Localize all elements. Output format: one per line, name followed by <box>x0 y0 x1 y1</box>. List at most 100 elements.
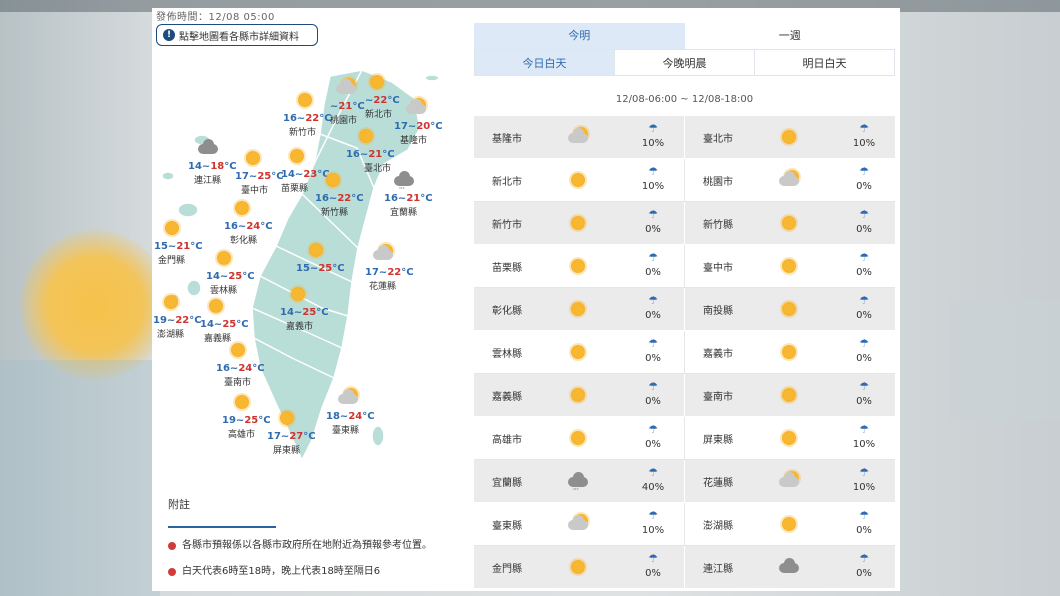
city-forecast-cell[interactable]: 新竹縣 ☂ 0% <box>684 202 894 244</box>
sunny-icon <box>288 284 308 304</box>
map-city[interactable]: 15~25°C <box>296 240 345 274</box>
sunny-icon <box>779 514 799 534</box>
sunny-icon <box>232 392 252 412</box>
city-forecast-cell[interactable]: 雲林縣 ☂ 0% <box>474 331 684 373</box>
city-forecast-cell[interactable]: 嘉義縣 ☂ 0% <box>474 374 684 416</box>
umbrella-icon: ☂ <box>859 208 869 221</box>
map-city[interactable]: 18~24°C 臺東縣 <box>326 388 375 436</box>
city-forecast-cell[interactable]: 屏東縣 ☂ 10% <box>684 417 894 459</box>
map-city[interactable]: ~21°C 桃園市 <box>330 78 365 126</box>
subtab-today-day[interactable]: 今日白天 <box>475 50 615 75</box>
rain-probability: ☂ 0% <box>849 552 879 580</box>
city-forecast-cell[interactable]: 嘉義市 ☂ 0% <box>684 331 894 373</box>
rain-probability: ☂ 10% <box>638 510 668 537</box>
umbrella-icon: ☂ <box>859 423 869 436</box>
rain-percent: 10% <box>852 482 876 493</box>
cloud-icon <box>198 138 218 158</box>
rain-probability: ☂ 10% <box>638 123 668 150</box>
rain-probability: ☂ 10% <box>638 165 668 193</box>
table-row: 苗栗縣 ☂ 0% 臺中市 ☂ 0% <box>474 245 895 288</box>
map-city[interactable]: 14~25°C 嘉義市 <box>280 284 329 332</box>
umbrella-icon: ☂ <box>859 165 869 178</box>
city-forecast-cell[interactable]: 苗栗縣 ☂ 0% <box>474 245 684 287</box>
subtab-tomorrow-day[interactable]: 明日白天 <box>755 50 894 75</box>
rain-probability: ☂ 0% <box>849 337 879 365</box>
city-forecast-cell[interactable]: 新北市 ☂ 10% <box>474 159 684 201</box>
city-forecast-cell[interactable]: 連江縣 ☂ 0% <box>684 546 894 588</box>
city-forecast-cell[interactable]: 臺北市 ☂ 10% <box>684 116 894 158</box>
sunny-icon <box>367 72 387 92</box>
subtab-tonight[interactable]: 今晚明晨 <box>615 50 755 75</box>
sunny-icon <box>214 248 234 268</box>
map-city[interactable]: 16~21°C 臺北市 <box>346 126 395 174</box>
map-city[interactable]: 17~22°C 花蓮縣 <box>365 244 414 292</box>
background-blur <box>0 360 160 596</box>
city-forecast-cell[interactable]: 南投縣 ☂ 0% <box>684 288 894 330</box>
sunny-icon <box>568 557 588 577</box>
city-name: 臺北市 <box>703 133 733 145</box>
city-name: 屏東縣 <box>703 434 733 446</box>
notes-section: 附註 各縣市預報係以各縣市政府所在地附近為預報參考位置。 白天代表6時至18時，… <box>168 496 458 580</box>
map-city[interactable]: 16~22°C 新竹市 <box>283 90 332 138</box>
map-city[interactable]: 14~25°C 嘉義縣 <box>200 296 249 344</box>
rain-percent: 0% <box>645 568 661 579</box>
city-forecast-cell[interactable]: 臺東縣 ☂ 10% <box>474 503 684 545</box>
sunny-icon <box>779 385 799 405</box>
city-forecast-cell[interactable]: 新竹市 ☂ 0% <box>474 202 684 244</box>
rain-probability: ☂ 0% <box>638 295 668 322</box>
sunny-icon <box>232 198 252 218</box>
sunny-icon <box>161 292 181 312</box>
map-city[interactable]: 14~25°C 雲林縣 <box>206 248 255 296</box>
table-row: 臺東縣 ☂ 10% 澎湖縣 ☂ 0% <box>474 503 895 546</box>
bullet-icon <box>168 542 176 550</box>
rain-cloud-icon: ''' <box>394 170 414 194</box>
map-city[interactable]: 16~24°C 臺南市 <box>216 340 265 388</box>
city-forecast-cell[interactable]: 高雄市 ☂ 0% <box>474 417 684 459</box>
umbrella-icon: ☂ <box>648 423 658 436</box>
sunny-icon <box>295 90 315 110</box>
tab-today-tomorrow[interactable]: 今明 <box>474 23 685 49</box>
map-city[interactable]: 14~18°C 連江縣 <box>188 138 237 186</box>
sunny-icon <box>356 126 376 146</box>
cloudy-sun-icon <box>406 98 426 118</box>
city-forecast-cell[interactable]: 花蓮縣 ☂ 10% <box>684 460 894 502</box>
rain-probability: ☂ 10% <box>849 467 879 494</box>
map-city[interactable]: 17~27°C 屏東縣 <box>267 408 316 456</box>
tab-week[interactable]: 一週 <box>685 23 896 49</box>
map-hint-button[interactable]: ! 點擊地圖看各縣市詳細資料 <box>156 24 318 46</box>
umbrella-icon: ☂ <box>859 294 869 307</box>
map-city[interactable]: 17~20°C 基隆市 <box>394 98 443 146</box>
umbrella-icon: ☂ <box>648 466 658 479</box>
map-city[interactable]: 19~22°C 澎湖縣 <box>153 292 202 340</box>
map-city[interactable]: 15~21°C 金門縣 <box>154 218 203 266</box>
sunny-icon <box>277 408 297 428</box>
rain-probability: ☂ 0% <box>849 510 879 537</box>
rain-percent: 0% <box>856 181 872 192</box>
city-forecast-cell[interactable]: 金門縣 ☂ 0% <box>474 546 684 588</box>
map-city[interactable]: 19~25°C 高雄市 <box>222 392 271 440</box>
map-city[interactable]: ''' 16~21°C 宜蘭縣 <box>384 170 433 218</box>
map-city[interactable]: 16~22°C 新竹縣 <box>315 170 364 218</box>
map-city[interactable]: 16~24°C 彰化縣 <box>224 198 273 246</box>
city-forecast-cell[interactable]: 宜蘭縣 ''' ☂ 40% <box>474 460 684 502</box>
city-forecast-cell[interactable]: 桃園市 ☂ 0% <box>684 159 894 201</box>
city-forecast-cell[interactable]: 彰化縣 ☂ 0% <box>474 288 684 330</box>
sunny-icon <box>779 342 799 362</box>
umbrella-icon: ☂ <box>648 165 658 178</box>
table-row: 彰化縣 ☂ 0% 南投縣 ☂ 0% <box>474 288 895 331</box>
city-forecast-cell[interactable]: 基隆市 ☂ 10% <box>474 116 684 158</box>
city-name: 嘉義縣 <box>492 391 522 403</box>
sunny-icon <box>779 428 799 448</box>
table-row: 金門縣 ☂ 0% 連江縣 ☂ 0% <box>474 546 895 589</box>
umbrella-icon: ☂ <box>859 337 869 350</box>
city-forecast-cell[interactable]: 澎湖縣 ☂ 0% <box>684 503 894 545</box>
rain-cloud-icon: ''' <box>568 471 588 495</box>
city-forecast-cell[interactable]: 臺南市 ☂ 0% <box>684 374 894 416</box>
background-blur <box>950 300 1060 420</box>
rain-percent: 10% <box>641 181 665 192</box>
sunny-icon <box>568 170 588 190</box>
umbrella-icon: ☂ <box>859 552 869 565</box>
city-forecast-cell[interactable]: 臺中市 ☂ 0% <box>684 245 894 287</box>
map-city[interactable]: 17~25°C 臺中市 <box>235 148 284 196</box>
rain-percent: 10% <box>641 525 665 536</box>
